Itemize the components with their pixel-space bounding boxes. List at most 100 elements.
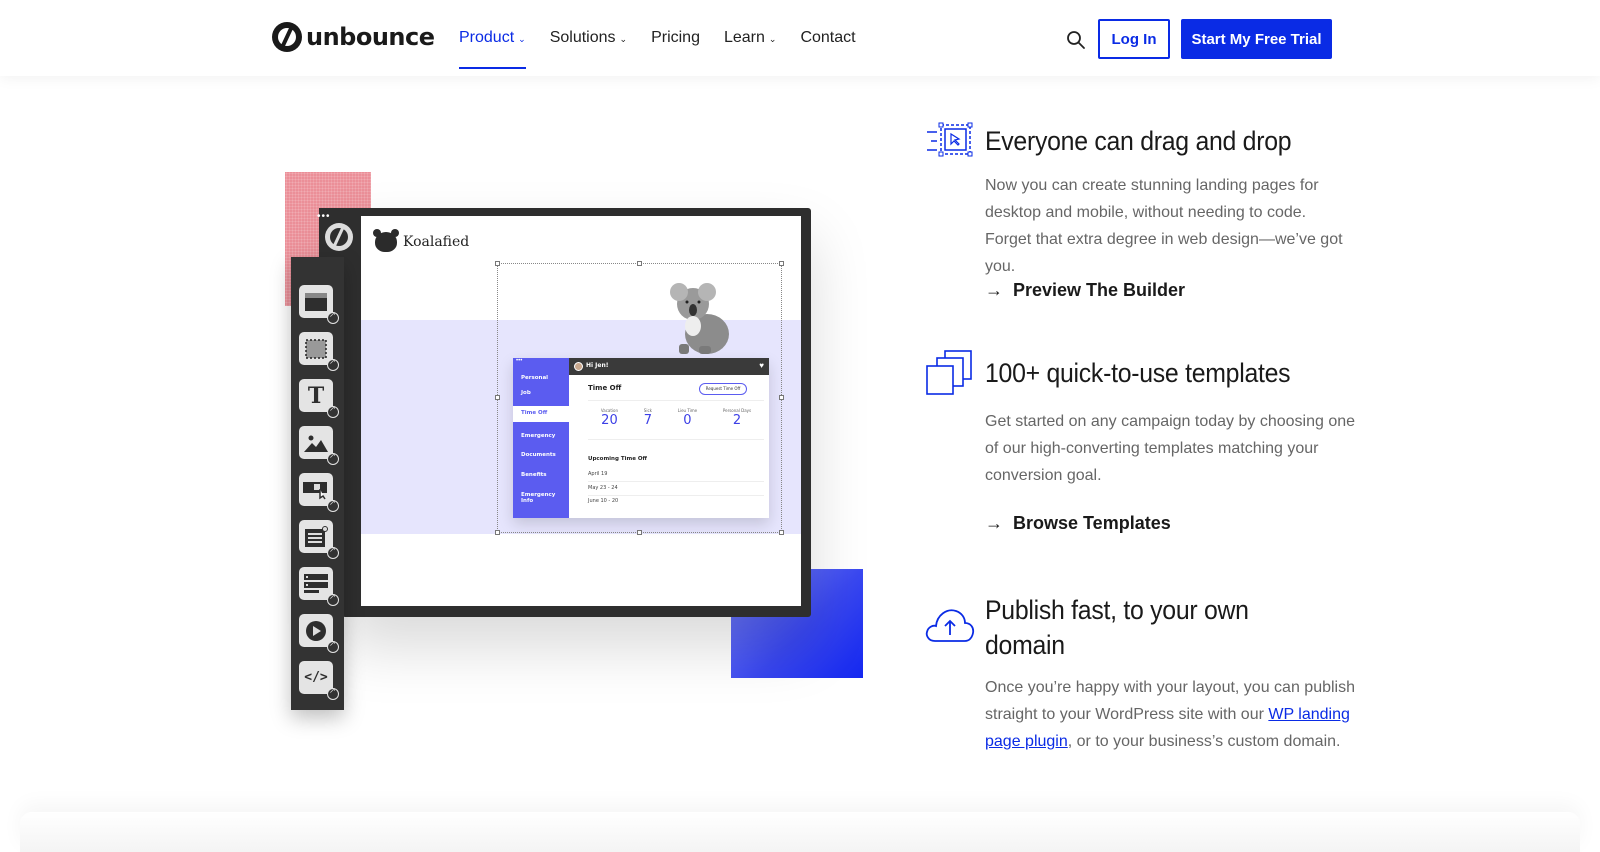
upcoming-row: May 23 - 24 [588,485,618,491]
resize-handle [637,261,642,266]
link-label: Preview The Builder [1013,280,1186,300]
chevron-down-icon: ⌄ [619,33,628,44]
nav-item-contact[interactable]: Contact [800,26,855,50]
video-tool-icon [306,620,326,641]
heart-icon: ♥ [759,361,764,370]
search-button[interactable] [1065,29,1087,51]
stat-value: 20 [601,413,618,428]
feature-description: Now you can create stunning landing page… [985,177,1343,275]
resize-handle [637,530,642,535]
koalafied-brand-name: Koalafied [403,234,470,250]
upcoming-row: April 19 [588,471,608,477]
editor-menu-dots: ••• [317,211,331,222]
resize-handle [779,261,784,266]
box-tool-icon [305,338,327,359]
unbounce-logo[interactable]: unbounce [272,22,435,52]
divider [588,400,764,401]
stat-personal-days: Personal Days 2 [723,408,751,429]
nav-item-label: Learn [723,29,765,46]
link-badge-icon [327,639,339,653]
video-tool[interactable] [299,614,339,653]
app-sidebar-item: Documents [521,452,556,458]
feature-title-line: Publish fast, to your own [985,595,1249,625]
nav-links: Product ⌄ Solutions ⌄ Pricing Learn ⌄ Co… [459,26,856,69]
link-badge-icon [327,404,339,418]
time-off-stats: Vacation 20 Sick 7 Lieu Time 0 Personal … [588,408,764,429]
app-header: Hi Jen! ♥ [569,358,769,375]
form-tool[interactable] [299,520,339,559]
app-sidebar-item-label: Time Off [521,410,548,416]
cloud-upload-icon [925,609,975,642]
app-sidebar-item: Job [521,390,531,396]
nav-item-pricing[interactable]: Pricing [651,26,700,50]
nav-item-learn[interactable]: Learn ⌄ [724,26,776,50]
section-tool-icon [305,292,327,311]
drag-drop-icon [927,122,973,157]
brand-name: unbounce [306,23,435,51]
stat-value: 7 [643,413,653,428]
preview-builder-link[interactable]: → Preview The Builder [985,280,1185,301]
search-icon [1067,31,1085,49]
app-sidebar-item: Emergency [521,433,556,439]
image-tool[interactable] [299,426,339,465]
button-tool-icon [303,481,327,499]
nav-item-label: Solutions [549,29,616,46]
stat-sick: Sick 7 [644,408,652,429]
koala-image [670,283,729,354]
feature-title-line: domain [985,630,1065,660]
start-free-trial-button[interactable]: Start My Free Trial [1181,19,1332,59]
app-body: Time Off Request Time Off Vacation 20 Si… [569,375,769,518]
arrow-right-icon: → [985,513,1003,533]
stat-vacation: Vacation 20 [601,408,618,429]
text-tool[interactable]: T [299,379,339,418]
list-tool-icon [304,573,328,593]
hr-app-mockup: ••• Personal Job Time Off Emergency Docu… [513,358,769,518]
nav-item-solutions[interactable]: Solutions ⌄ [550,26,627,50]
list-tool[interactable] [299,567,339,606]
avatar [574,362,583,371]
text-tool-icon: T [307,382,325,409]
feature-title: Everyone can drag and drop [985,126,1292,156]
upcoming-time-off-title: Upcoming Time Off [588,456,647,462]
app-greeting: Hi Jen! [586,362,609,369]
resize-handle [495,530,500,535]
login-button[interactable]: Log In [1098,19,1170,59]
app-sidebar-item-active: Time Off [513,406,569,422]
upcoming-row: June 10 - 20 [588,498,619,504]
builder-toolbar: T </> [291,257,344,710]
chevron-down-icon: ⌄ [768,33,777,44]
button-tool[interactable] [299,473,339,512]
nav-item-label: Contact [800,29,856,46]
nav-item-product[interactable]: Product ⌄ [459,26,526,69]
time-off-title: Time Off [588,384,622,392]
app-menu-dots: ••• [516,358,523,364]
builder-canvas: Koalafied ••• Personal Job Time Off Emer [361,216,801,606]
box-tool[interactable] [299,332,339,371]
form-tool-icon [305,525,328,547]
top-navigation: unbounce Product ⌄ Solutions ⌄ Pricing L… [0,0,1600,76]
editor-logo-icon [325,223,353,251]
resize-handle [779,530,784,535]
app-sidebar: ••• Personal Job Time Off Emergency Docu… [513,358,569,518]
link-badge-icon [327,357,339,371]
resize-handle [495,395,500,400]
link-badge-icon [327,310,339,324]
stat-value: 2 [732,413,742,428]
divider [588,481,764,482]
feature-description: Get started on any campaign today by cho… [985,413,1356,484]
chevron-down-icon: ⌄ [518,33,526,44]
link-badge-icon [327,592,339,606]
feature-description: Once you’re happy with your layout, you … [985,674,1355,755]
next-section-edge [20,812,1580,852]
browse-templates-link[interactable]: → Browse Templates [985,513,1171,534]
app-sidebar-item: Personal [521,375,549,381]
app-sidebar-item: Benefits [521,472,547,478]
image-tool-icon [304,435,328,452]
divider [588,495,764,496]
code-tool-icon: </> [304,670,328,685]
section-tool[interactable] [299,285,339,324]
link-badge-icon [327,686,339,700]
code-tool[interactable]: </> [299,661,339,700]
nav-item-label: Pricing [651,29,700,46]
link-label: Browse Templates [1013,513,1171,533]
